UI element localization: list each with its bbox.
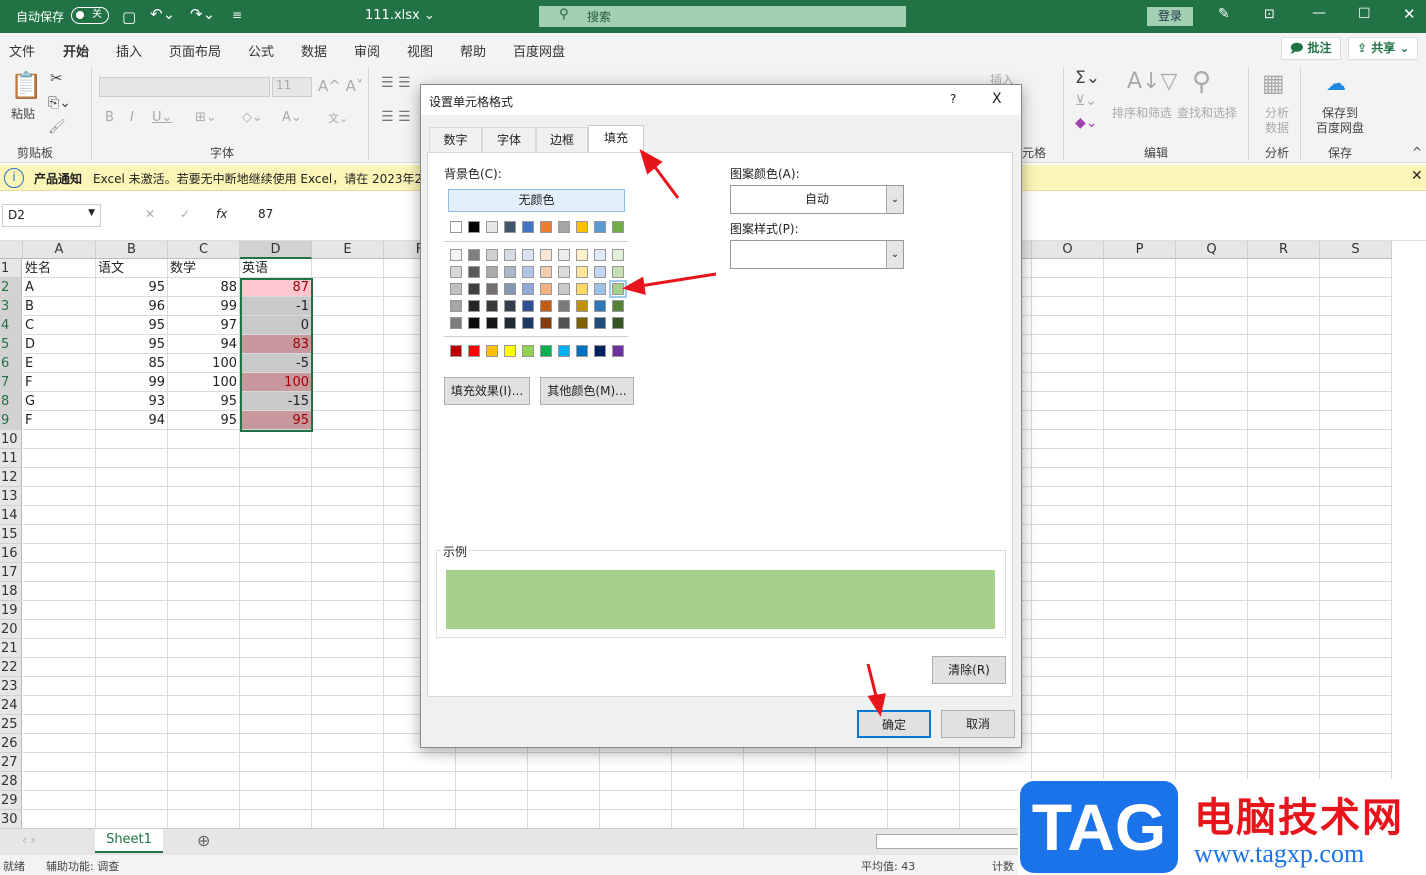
watermark-name: 电脑技术网 bbox=[1194, 795, 1404, 841]
arrow-to-fill-tab bbox=[650, 162, 680, 199]
arrow-to-ok bbox=[866, 663, 879, 701]
arrow-head bbox=[867, 693, 886, 717]
annotation-arrows bbox=[622, 148, 886, 717]
watermark-tag: TAG bbox=[1020, 781, 1178, 873]
arrow-head bbox=[622, 276, 646, 296]
watermark-logo: TAG 电脑技术网 www.tagxp.com bbox=[1018, 779, 1426, 875]
watermark-url: www.tagxp.com bbox=[1194, 839, 1365, 868]
arrow-to-selected-color bbox=[639, 272, 717, 288]
